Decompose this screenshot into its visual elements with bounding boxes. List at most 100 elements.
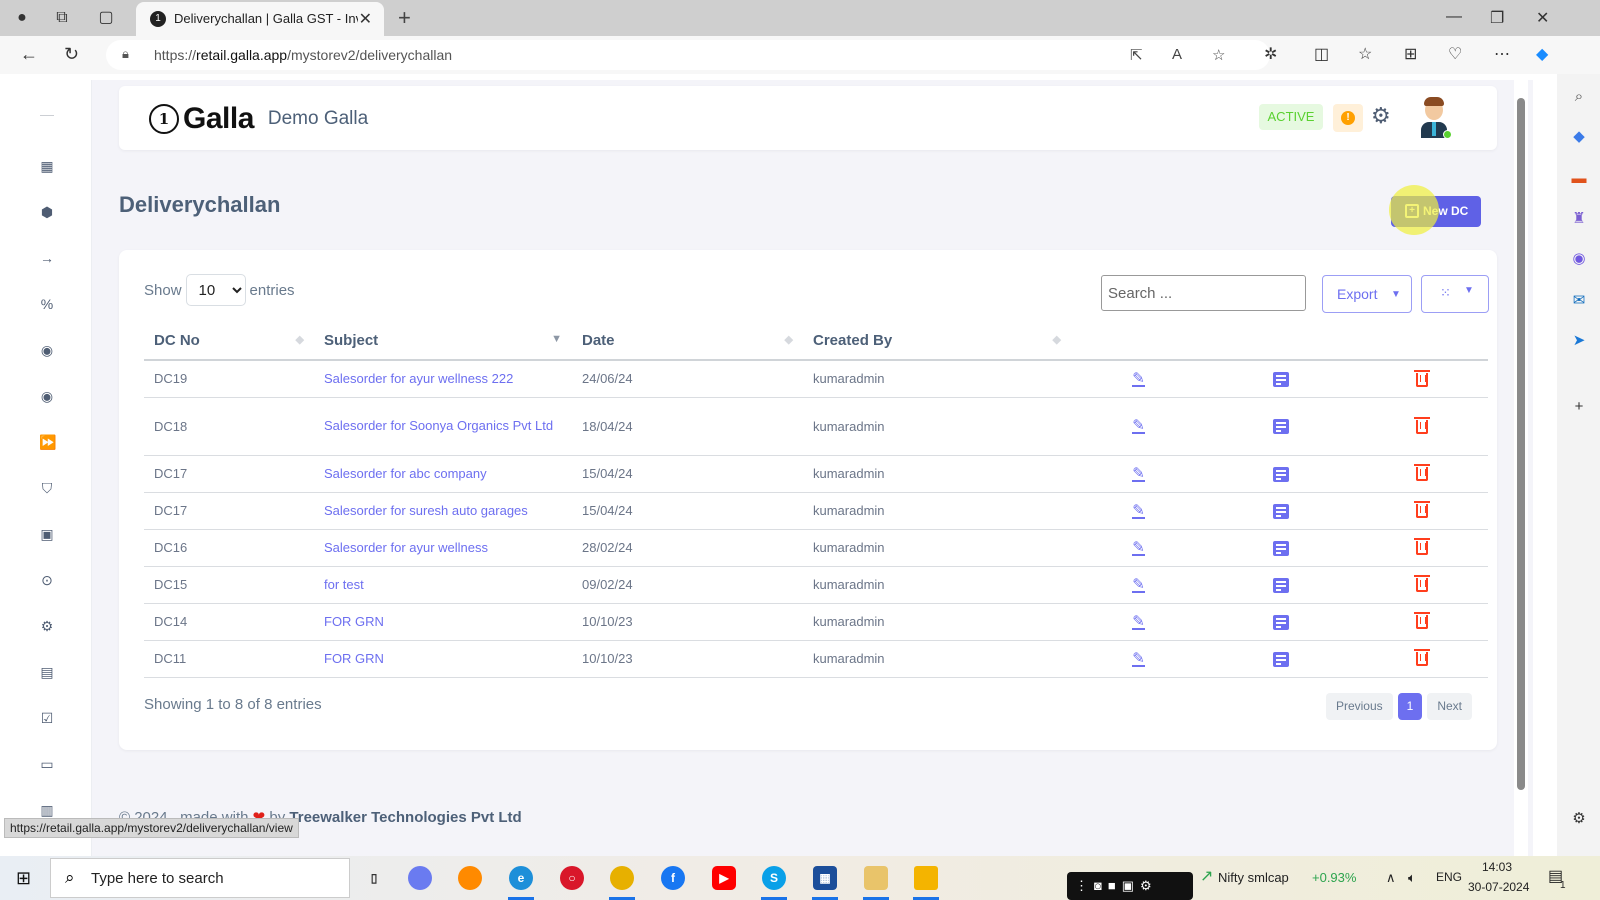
page-1-button[interactable]: 1 (1397, 693, 1423, 720)
arrow-right-icon[interactable]: → (39, 250, 55, 266)
app-icon[interactable] (864, 866, 888, 890)
collections-icon[interactable]: ⊞ (1404, 44, 1417, 64)
fast-forward-icon[interactable]: ⏩ (39, 434, 56, 450)
clock-time[interactable]: 14:03 (1482, 860, 1512, 874)
cash-icon[interactable]: ▭ (39, 756, 55, 772)
games-icon[interactable]: ♜ (1570, 210, 1588, 228)
edit-pencil-icon[interactable]: ✎ (1132, 371, 1145, 387)
sidebar-settings-icon[interactable]: ⚙ (1570, 810, 1588, 828)
page-scrollbar[interactable] (1514, 80, 1528, 856)
tasks-checkbox-icon[interactable]: ☑ (39, 710, 55, 726)
back-icon[interactable]: ← (20, 44, 38, 65)
edit-pencil-icon[interactable]: ✎ (1132, 614, 1145, 630)
alert-button[interactable]: ! (1333, 104, 1363, 132)
read-aloud-icon[interactable]: A (1172, 46, 1182, 63)
firefox-icon[interactable] (458, 866, 482, 890)
view-details-icon[interactable] (1272, 466, 1289, 482)
new-tab-icon[interactable]: + (398, 5, 411, 31)
scrollbar-thumb[interactable] (1517, 98, 1525, 790)
col-created-by[interactable]: Created By ◆ (803, 322, 1071, 361)
edit-pencil-icon[interactable]: ✎ (1132, 577, 1145, 593)
edit-pencil-icon[interactable]: ✎ (1132, 540, 1145, 556)
task-view-icon[interactable]: ▯ (362, 866, 386, 890)
favorites-icon[interactable]: ☆ (1358, 44, 1372, 64)
delete-trash-icon[interactable] (1413, 575, 1430, 593)
view-details-icon[interactable] (1272, 577, 1289, 593)
previous-button[interactable]: Previous (1325, 693, 1393, 720)
sidebar-search-icon[interactable]: ⌕ (1570, 88, 1588, 106)
delete-trash-icon[interactable] (1413, 501, 1430, 519)
more-menu-icon[interactable]: ⋯ (1494, 44, 1510, 64)
send-icon[interactable]: ➤ (1570, 332, 1588, 350)
youtube-icon[interactable]: ▶ (712, 866, 736, 890)
edit-pencil-icon[interactable]: ✎ (1132, 418, 1145, 434)
view-details-icon[interactable] (1272, 540, 1289, 556)
galla-logo[interactable]: 1 Galla Demo Galla (149, 102, 368, 136)
products-box-icon[interactable]: ⬢ (39, 204, 55, 220)
volume-icon[interactable]: 🔈︎ (1408, 870, 1416, 886)
file-explorer-icon[interactable] (914, 866, 938, 890)
url-field[interactable]: 🔒︎ https://retail.galla.app/mystorev2/de… (106, 40, 1270, 70)
delete-trash-icon[interactable] (1413, 416, 1430, 434)
profile-icon[interactable]: ● (12, 8, 32, 28)
avatar[interactable] (1417, 96, 1452, 140)
microsoft365-icon[interactable]: ◉ (1570, 250, 1588, 268)
ticker-name[interactable]: Nifty smlcap (1218, 870, 1289, 885)
col-date[interactable]: Date ◆ (572, 322, 803, 361)
extensions-icon[interactable]: ✲ (1264, 44, 1277, 64)
export-button[interactable]: Export ▼ (1322, 275, 1412, 313)
search-input[interactable] (1101, 275, 1306, 311)
edit-pencil-icon[interactable]: ✎ (1132, 466, 1145, 482)
subject-link[interactable]: Salesorder for Soonya Organics Pvt Ltd (314, 397, 572, 456)
view-details-icon[interactable] (1272, 651, 1289, 667)
view-details-icon[interactable] (1272, 503, 1289, 519)
view-details-icon[interactable] (1272, 614, 1289, 630)
settings-icon[interactable]: ⚙ (39, 618, 55, 634)
location-pin-icon[interactable]: ⊙ (39, 572, 55, 588)
edit-pencil-icon[interactable]: ✎ (1132, 651, 1145, 667)
record-app-icon[interactable]: ○ (560, 866, 584, 890)
menu-toggle-icon[interactable]: — (39, 106, 55, 122)
show-hidden-icons[interactable]: ∧ (1386, 870, 1396, 886)
facebook-icon[interactable]: f (661, 866, 685, 890)
subject-link[interactable]: Salesorder for abc company (314, 455, 572, 493)
offers-ticket-icon[interactable]: % (39, 296, 55, 312)
dashboard-icon[interactable]: ▦ (39, 158, 55, 174)
close-window-icon[interactable]: ✕ (1536, 8, 1549, 28)
basket-icon[interactable]: ⛉ (39, 480, 55, 496)
browser-tab[interactable]: 1 Deliverychallan | Galla GST - Inve ✕ (136, 2, 384, 36)
delete-trash-icon[interactable] (1413, 612, 1430, 630)
favorite-star-icon[interactable]: ☆ (1212, 46, 1225, 64)
edge-taskbar-icon[interactable]: e (509, 866, 533, 890)
language-indicator[interactable]: ENG (1436, 870, 1462, 884)
minimize-icon[interactable]: — (1446, 8, 1462, 26)
col-subject[interactable]: Subject ▼ (314, 322, 572, 361)
edit-pencil-icon[interactable]: ✎ (1132, 503, 1145, 519)
restore-icon[interactable]: ❐ (1490, 8, 1504, 28)
reports-icon[interactable]: ▤ (39, 664, 55, 680)
next-button[interactable]: Next (1427, 693, 1472, 720)
delete-trash-icon[interactable] (1413, 369, 1430, 387)
subject-link[interactable]: FOR GRN (314, 603, 572, 641)
outlook-icon[interactable]: ✉ (1570, 292, 1588, 310)
subject-link[interactable]: FOR GRN (314, 640, 572, 678)
delete-trash-icon[interactable] (1413, 649, 1430, 667)
customers-icon[interactable]: ◉ (39, 342, 55, 358)
split-screen-icon[interactable]: ◫ (1314, 44, 1329, 64)
add-sidebar-app-icon[interactable]: + (1570, 398, 1588, 416)
close-tab-icon[interactable]: ✕ (359, 9, 372, 29)
refresh-icon[interactable]: ↻ (64, 44, 79, 65)
taskbar-search[interactable]: ⌕ Type here to search (50, 858, 350, 898)
delete-trash-icon[interactable] (1413, 464, 1430, 482)
page-length-select[interactable]: 10 (185, 274, 246, 306)
company-link[interactable]: Treewalker Technologies Pvt Ltd (289, 809, 521, 826)
delete-trash-icon[interactable] (1413, 538, 1430, 556)
windows-start-icon[interactable]: ⊞ (16, 868, 31, 889)
workspaces-icon[interactable]: ⧉ (52, 8, 72, 28)
store-icon[interactable]: ▦ (813, 866, 837, 890)
view-details-icon[interactable] (1272, 371, 1289, 387)
skype-icon[interactable]: S (762, 866, 786, 890)
subject-link[interactable]: Salesorder for ayur wellness (314, 529, 572, 567)
copilot-icon[interactable]: ◆ (1536, 44, 1548, 64)
open-in-app-icon[interactable]: ⇱ (1130, 46, 1143, 64)
